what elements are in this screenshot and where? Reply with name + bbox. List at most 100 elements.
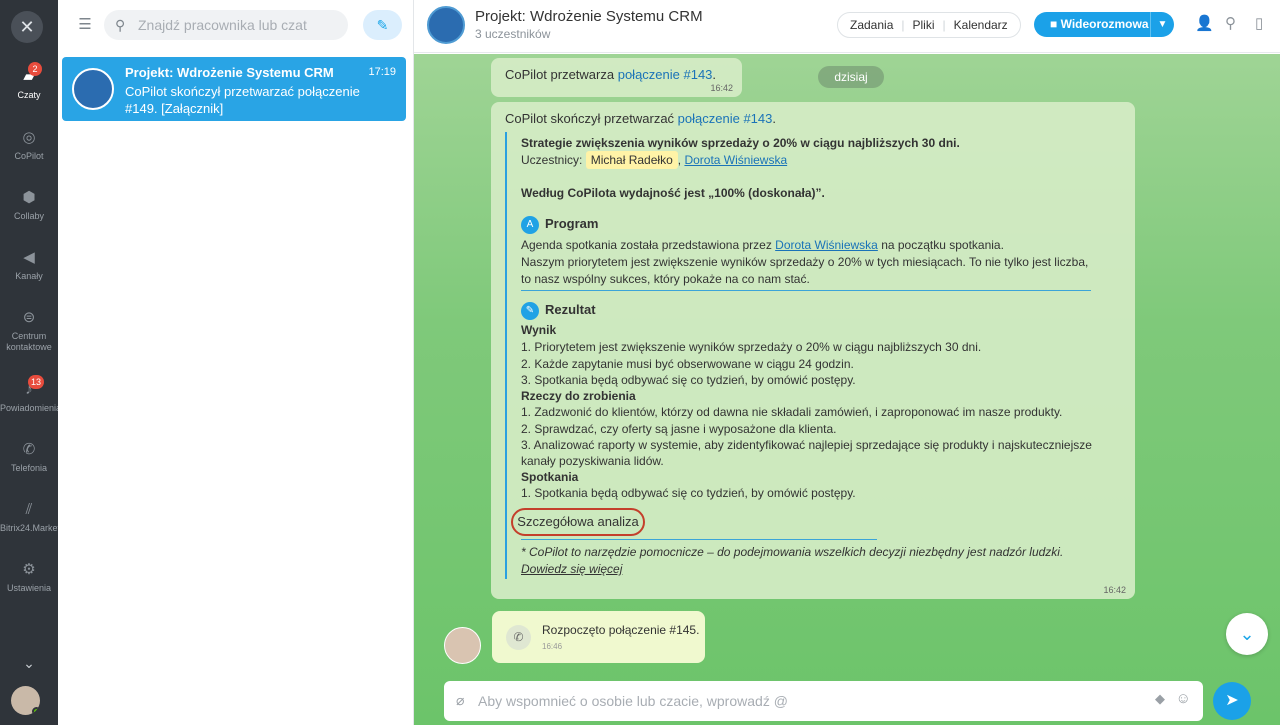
message-prefix: CoPilot przetwarza xyxy=(505,67,618,82)
date-divider: dzisiaj xyxy=(818,66,884,88)
nav-item-market[interactable]: ⫽ Bitrix24.Market xyxy=(0,501,60,534)
list-item: 2. Każde zapytanie musi być obserwowane … xyxy=(521,357,854,371)
chat-time: 17:19 xyxy=(368,66,396,78)
phone-icon: ✆ xyxy=(22,441,36,458)
participant-mention[interactable]: Dorota Wiśniewska xyxy=(684,153,787,167)
message-prefix: CoPilot skończył przetwarzać xyxy=(505,111,678,126)
attachment-icon[interactable]: ⌀ xyxy=(456,692,464,709)
nav-label: Ustawienia xyxy=(6,583,52,593)
subsection-title: Spotkania xyxy=(521,470,579,484)
unread-badge: 2 xyxy=(28,62,42,76)
megaphone-icon: ◀ xyxy=(23,249,35,266)
result-section-title: ✎ Rezultat xyxy=(521,302,596,320)
detailed-analysis-button[interactable]: Szczegółowa analiza xyxy=(511,508,645,536)
tab-files[interactable]: Pliki xyxy=(905,13,943,37)
tab-tasks[interactable]: Zadania xyxy=(842,13,901,37)
nav-item-chats[interactable]: ▰ Czaty 2 xyxy=(0,62,58,101)
app-nav: ✕ ▰ Czaty 2 ◎ CoPilot ⬢ Collaby ◀ Kanały… xyxy=(0,0,62,725)
filter-icon[interactable]: ☰ xyxy=(74,14,96,36)
chevron-down-icon: ⌄ xyxy=(1239,624,1255,644)
scroll-down-button[interactable]: ⌄ xyxy=(1226,613,1268,655)
summary-quote: Strategie zwiększenia wyników sprzedaży … xyxy=(505,132,1125,579)
call-link[interactable]: połączenie #143 xyxy=(678,111,773,126)
panel-toggle-icon[interactable]: ▯ xyxy=(1255,14,1263,32)
user-avatar[interactable] xyxy=(11,686,40,715)
call-link[interactable]: połączenie #143 xyxy=(618,67,713,82)
chevron-down-icon[interactable]: ▼ xyxy=(1150,12,1174,37)
contact-center-icon: ⊜ xyxy=(22,309,36,326)
close-button[interactable]: ✕ xyxy=(11,11,43,43)
copilot-icon[interactable]: ◆ xyxy=(1155,691,1165,707)
chat-list-panel: ☰ ⚲ Znajdź pracownika lub czat ✎ Projekt… xyxy=(58,0,414,725)
tab-calendar[interactable]: Kalendarz xyxy=(946,13,1016,37)
nav-label: Telefonia xyxy=(10,463,48,473)
copilot-icon: ◎ xyxy=(22,129,36,146)
sender-avatar[interactable] xyxy=(444,627,481,664)
nav-label: Collaby xyxy=(13,211,44,221)
chat-avatar[interactable] xyxy=(427,6,465,44)
add-user-icon[interactable]: 👤 xyxy=(1195,14,1214,32)
section-title-text: Rezultat xyxy=(545,302,596,318)
send-button[interactable]: ➤ xyxy=(1213,682,1251,720)
ai-agenda-icon: A xyxy=(521,216,539,234)
list-item: 1. Priorytetem jest zwiększenie wyników … xyxy=(521,340,982,354)
list-item: kanały pozyskiwania lidów. xyxy=(521,454,664,468)
participant-mention[interactable]: Michał Radełko xyxy=(585,151,678,169)
list-item: 1. Spotkania będą odbywać się co tydzień… xyxy=(521,486,856,500)
chat-preview: CoPilot skończył przetwarzać połączenie … xyxy=(125,84,360,116)
video-camera-icon: ■ xyxy=(1050,17,1058,31)
message-input[interactable] xyxy=(478,689,1118,713)
nav-item-channels[interactable]: ◀ Kanały xyxy=(0,249,58,282)
program-text-part: Agenda spotkania została przedstawiona p… xyxy=(521,238,776,252)
message-time: 16:42 xyxy=(710,83,733,93)
nav-item-telephony[interactable]: ✆ Telefonia xyxy=(0,441,58,474)
section-title-text: Program xyxy=(545,216,599,232)
divider xyxy=(521,290,1091,291)
search-icon[interactable]: ⚲ xyxy=(1225,14,1236,32)
collab-icon: ⬢ xyxy=(22,189,36,206)
video-call-button[interactable]: ■ Wideorozmowa ▼ xyxy=(1034,12,1174,37)
message-text: CoPilot przetwarza połączenie #143. xyxy=(505,67,716,82)
list-item: 2. Sprawdzać, czy oferty są jasne i wypo… xyxy=(521,422,837,436)
nav-item-copilot[interactable]: ◎ CoPilot xyxy=(0,129,58,162)
edit-result-icon: ✎ xyxy=(521,302,539,320)
message-suffix: . xyxy=(772,111,776,126)
nav-item-collaby[interactable]: ⬢ Collaby xyxy=(0,189,58,222)
nav-label: Powiadomienia xyxy=(0,403,62,413)
program-text-part: na początku spotkania. xyxy=(877,238,1004,252)
gear-icon: ⚙ xyxy=(22,561,36,578)
list-item: 1. Zadzwonić do klientów, którzy od dawn… xyxy=(521,405,1063,419)
chat-title[interactable]: Projekt: Wdrożenie Systemu CRM xyxy=(475,8,703,25)
participants-count[interactable]: 3 uczestników xyxy=(475,27,550,41)
online-status-dot xyxy=(32,707,40,715)
nav-item-contact-center[interactable]: ⊜ Centrum kontaktowe xyxy=(0,309,58,353)
subsection-title: Wynik xyxy=(521,323,557,337)
program-section-title: A Program xyxy=(521,216,598,234)
nav-item-notifications[interactable]: ♪ Powiadomienia 13 xyxy=(0,375,62,414)
message-text: CoPilot skończył przetwarzać połączenie … xyxy=(505,111,776,126)
message-suffix: . xyxy=(712,67,717,82)
chat-list-item[interactable]: Projekt: Wdrożenie Systemu CRM 17:19 CoP… xyxy=(62,57,406,121)
participant-mention[interactable]: Dorota Wiśniewska xyxy=(775,238,878,252)
nav-label: Czaty xyxy=(17,90,41,100)
learn-more-link[interactable]: Dowiedz się więcej xyxy=(521,562,622,576)
phone-icon: ✆ xyxy=(506,625,531,650)
message-time: 16:42 xyxy=(1103,585,1126,595)
divider xyxy=(521,539,877,540)
program-text: to nasz wspólny sukces, który pokaże na … xyxy=(521,272,810,286)
emoji-icon[interactable]: ☺ xyxy=(1176,690,1191,707)
nav-item-settings[interactable]: ⚙ Ustawienia xyxy=(0,561,58,594)
participants-line: Uczestnicy: Michał Radełko, Dorota Wiśni… xyxy=(521,151,787,169)
call-message: ✆ Rozpoczęto połączenie #145. 16:46 xyxy=(492,611,705,663)
chat-title: Projekt: Wdrożenie Systemu CRM xyxy=(125,65,334,80)
search-input[interactable]: ⚲ Znajdź pracownika lub czat xyxy=(104,10,348,40)
new-chat-button[interactable]: ✎ xyxy=(363,10,402,40)
header-tabs: Zadania | Pliki | Kalendarz xyxy=(837,12,1021,38)
list-item: 3. Spotkania będą odbywać się co tydzień… xyxy=(521,373,856,387)
chevron-down-icon[interactable]: ⌄ xyxy=(0,655,58,672)
message-bubble: CoPilot przetwarza połączenie #143. 16:4… xyxy=(491,58,742,97)
notification-badge: 13 xyxy=(28,375,45,389)
search-placeholder: Znajdź pracownika lub czat xyxy=(138,17,307,33)
search-icon: ⚲ xyxy=(115,17,126,33)
chat-header: Projekt: Wdrożenie Systemu CRM 3 uczestn… xyxy=(414,0,1280,53)
